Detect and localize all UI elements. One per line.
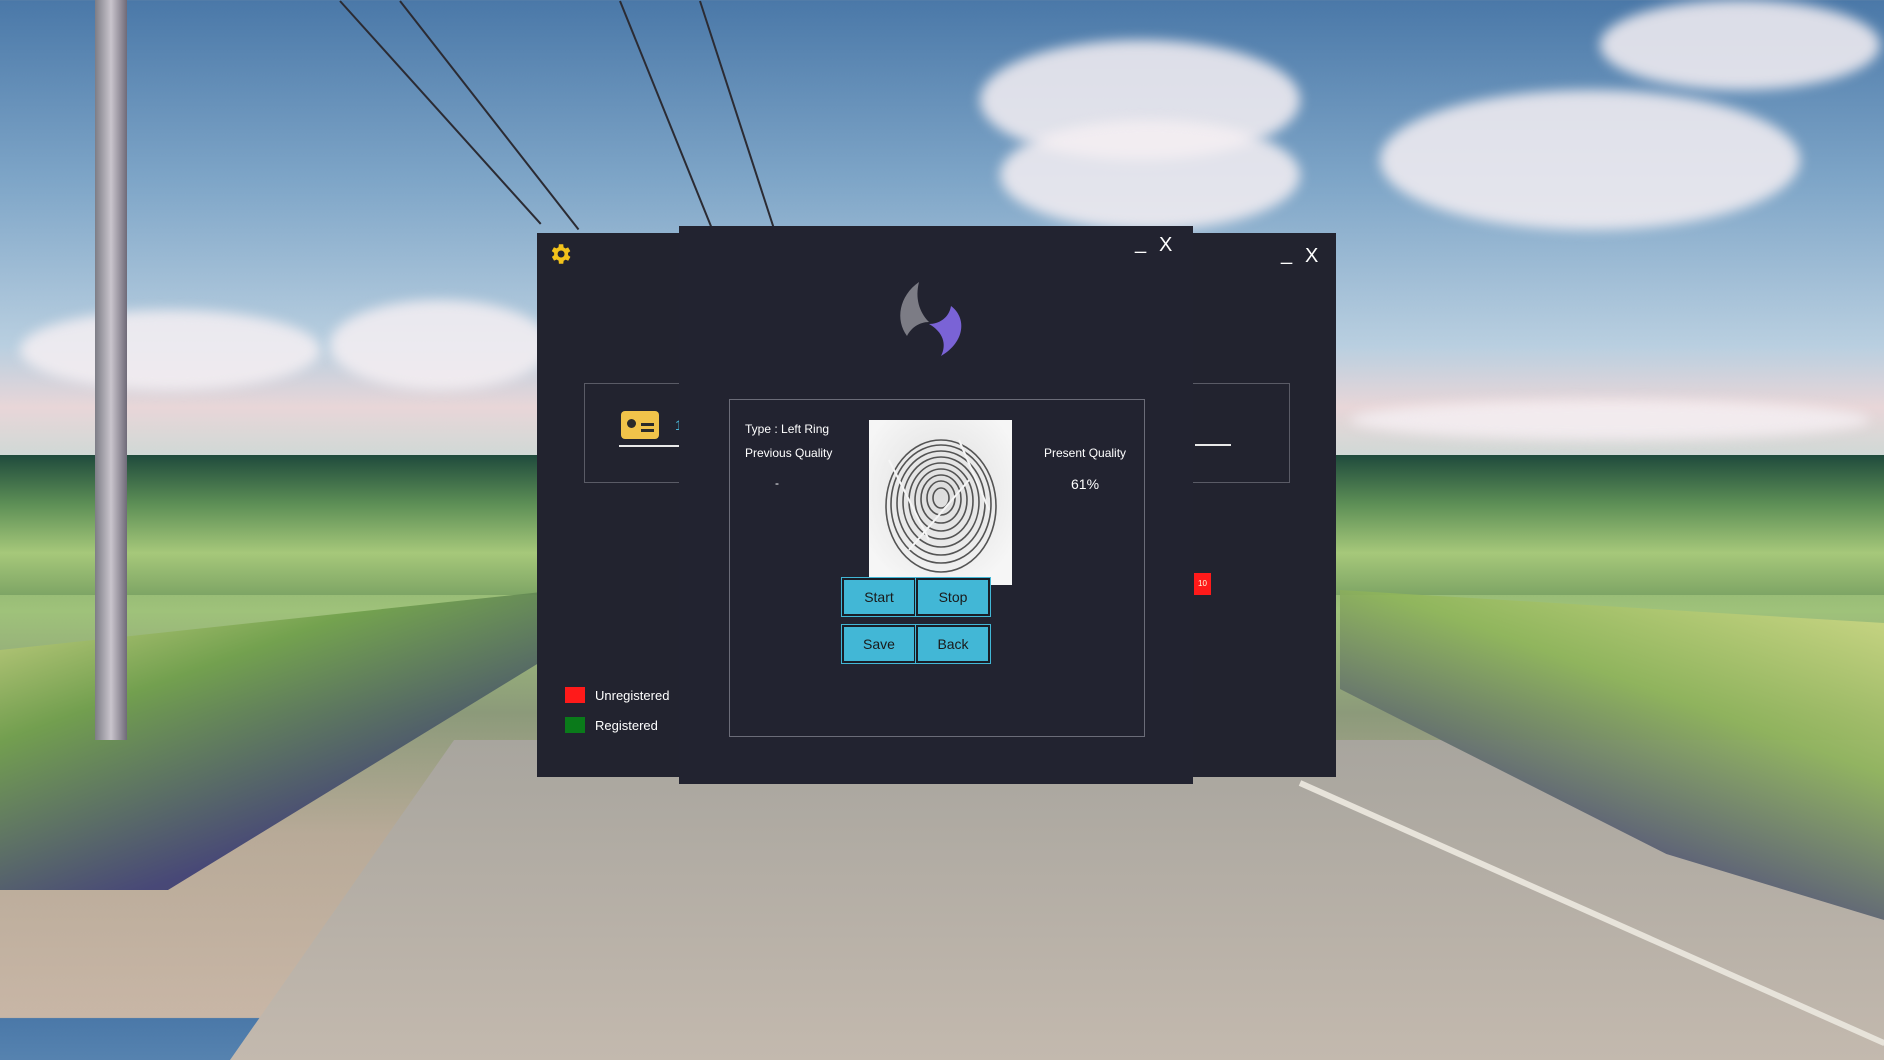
wallpaper-wire [339, 0, 542, 225]
previous-quality-label: Previous Quality [745, 446, 833, 460]
wallpaper-cloud [20, 310, 320, 390]
minimize-button[interactable]: _ [1135, 232, 1146, 255]
legend-unregistered: Unregistered [565, 687, 669, 703]
registered-swatch [565, 717, 585, 733]
gear-icon[interactable] [547, 241, 573, 267]
finger-type-label: Type : Left Ring [745, 422, 830, 436]
wallpaper-wire [399, 0, 580, 231]
minimize-button[interactable]: _ [1281, 243, 1292, 266]
wallpaper-cloud [1350, 400, 1870, 440]
present-quality-value: 61% [1071, 476, 1100, 492]
app-logo-icon [889, 278, 969, 358]
wallpaper-wire [699, 0, 776, 230]
wallpaper-wire [619, 0, 719, 243]
close-button[interactable]: X [1305, 245, 1318, 268]
stop-button[interactable]: Stop [915, 577, 991, 617]
legend-label: Registered [595, 717, 658, 733]
legend-registered: Registered [565, 717, 658, 733]
present-quality-label: Present Quality [1044, 446, 1127, 460]
start-button[interactable]: Start [841, 577, 917, 617]
capture-panel: Type : Left Ring Previous Quality - Pres… [729, 399, 1145, 737]
legend-label: Unregistered [595, 687, 670, 703]
previous-quality-value: - [775, 476, 779, 490]
close-button[interactable]: X [1159, 234, 1172, 257]
field-underline [1195, 444, 1231, 446]
id-card-icon[interactable] [621, 411, 659, 439]
save-button[interactable]: Save [841, 624, 917, 664]
unregistered-swatch [565, 687, 585, 703]
wallpaper-cloud [1000, 120, 1300, 230]
back-button[interactable]: Back [915, 624, 991, 664]
wallpaper-cloud [330, 300, 550, 390]
wallpaper-pole [95, 0, 127, 740]
status-badge[interactable]: 10 [1194, 573, 1211, 595]
wallpaper-cloud [1600, 0, 1880, 90]
wallpaper-cloud [1380, 90, 1800, 230]
fingerprint-image [869, 420, 1012, 585]
fingerprint-capture-dialog: _ X Type : Left Ring Previous Quality - … [679, 226, 1193, 784]
